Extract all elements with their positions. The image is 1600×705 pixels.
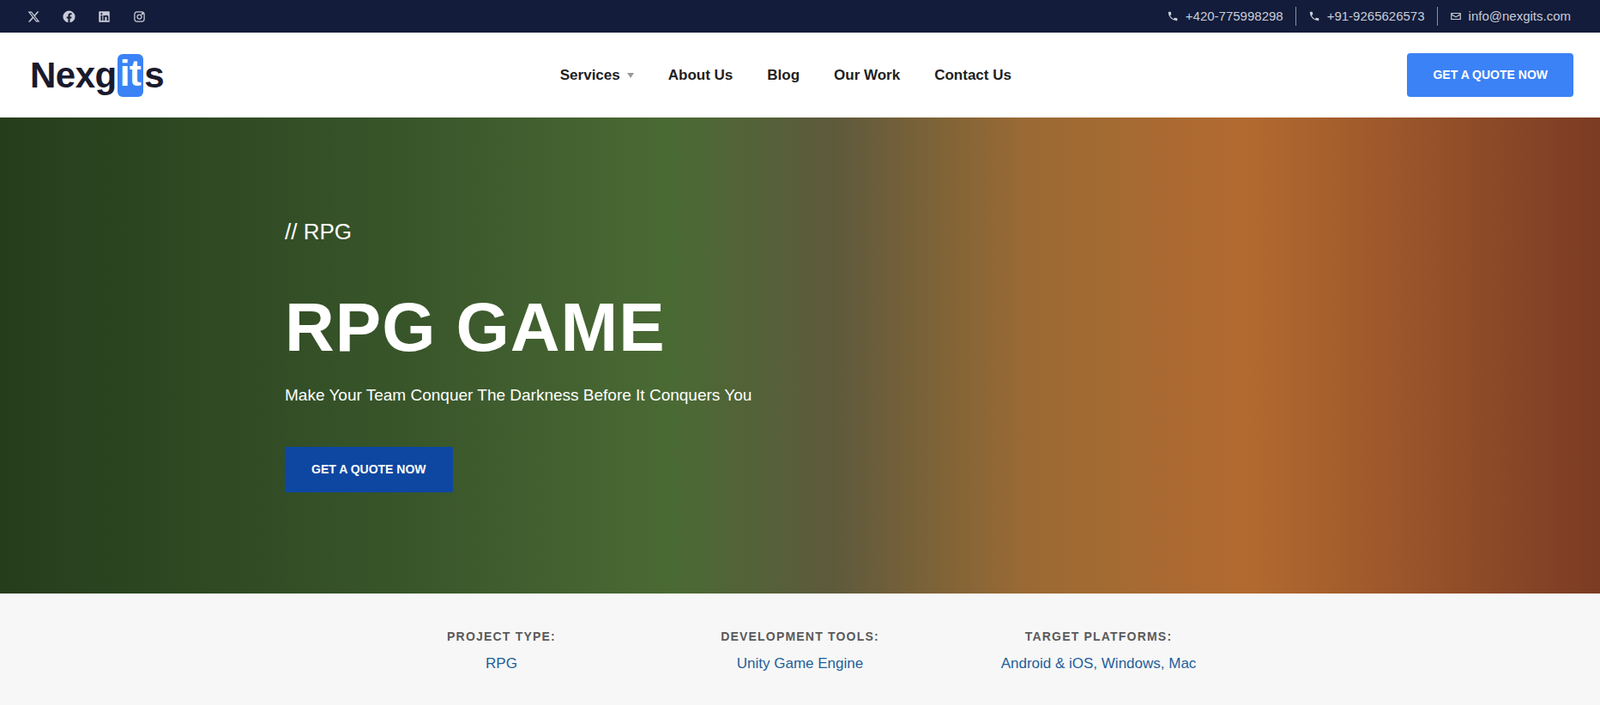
logo-text: Nexg [30,57,117,94]
detail-item: PROJECT TYPE: RPG [352,627,652,705]
menu-label[interactable]: About Us [668,64,734,87]
detail-value: RPG [352,652,652,676]
contact-item[interactable]: info@nexgits.com [1436,6,1583,27]
logo-highlight: it [117,54,145,97]
main-nav: Nexgits Services About Us Blog Our Work Conta… [0,32,1600,118]
contact-text[interactable]: info@nexgits.com [1468,6,1571,27]
detail-value: Unity Game Engine [651,652,950,676]
top-bar: +420-775998298 +91-9265626573 info@nexgits… [0,0,1600,33]
logo[interactable]: Nexgits [30,54,164,97]
menu-wrap: Services About Us Blog Our Work Contact Us [163,64,1407,87]
quote-button[interactable]: GET A QUOTE NOW [1406,53,1574,97]
detail-label: PROJECT TYPE: [352,627,652,647]
menu-label[interactable]: Our Work [833,64,900,87]
phone-icon [1166,10,1179,23]
menu-item[interactable]: Services [560,64,634,87]
menu-label[interactable]: Blog [766,64,800,87]
menu-item[interactable]: Blog [766,64,800,87]
phone-icon [1308,10,1321,23]
contact-item[interactable]: +91-9265626573 [1295,6,1437,27]
menu-item[interactable]: Our Work [833,64,900,87]
contact-item[interactable]: +420-775998298 [1154,6,1296,27]
hero-subtitle: Make Your Team Conquer The Darkness Befo… [284,384,752,408]
social-links [25,8,147,25]
contact-text[interactable]: +420-775998298 [1185,6,1284,27]
dropdown-caret-icon[interactable] [627,72,634,79]
detail-label: DEVELOPMENT TOOLS: [651,627,950,647]
hero-title: RPG GAME [284,289,666,366]
menu-label[interactable]: Contact Us [934,64,1012,87]
hero-quote-button[interactable]: GET A QUOTE NOW [284,446,453,493]
envelope-icon [1449,10,1462,23]
hero-banner: // RPG RPG GAME Make Your Team Conquer The… [0,117,1600,594]
menu-item[interactable]: Contact Us [934,64,1012,87]
project-details: PROJECT TYPE: RPG DEVELOPMENT TOOLS: Unity … [0,593,1600,705]
detail-item: DEVELOPMENT TOOLS: Unity Game Engine [651,627,950,705]
hero-eyebrow: // RPG [284,218,352,246]
menu-item[interactable]: About Us [668,64,734,87]
detail-label: TARGET PLATFORMS: [949,627,1249,647]
detail-value: Android & iOS, Windows, Mac [949,652,1249,676]
contact-text[interactable]: +91-9265626573 [1327,6,1425,27]
menu: Services About Us Blog Our Work Contact Us [560,64,1012,87]
linkedin-icon[interactable] [96,8,112,25]
contact-list: +420-775998298 +91-9265626573 info@nexgits… [1154,6,1583,27]
detail-item: TARGET PLATFORMS: Android & iOS, Windows,… [949,627,1249,705]
menu-label[interactable]: Services [560,64,621,87]
x-icon[interactable] [25,8,42,25]
logo-text: s [144,57,164,94]
instagram-icon[interactable] [131,8,147,25]
facebook-icon[interactable] [60,8,77,25]
